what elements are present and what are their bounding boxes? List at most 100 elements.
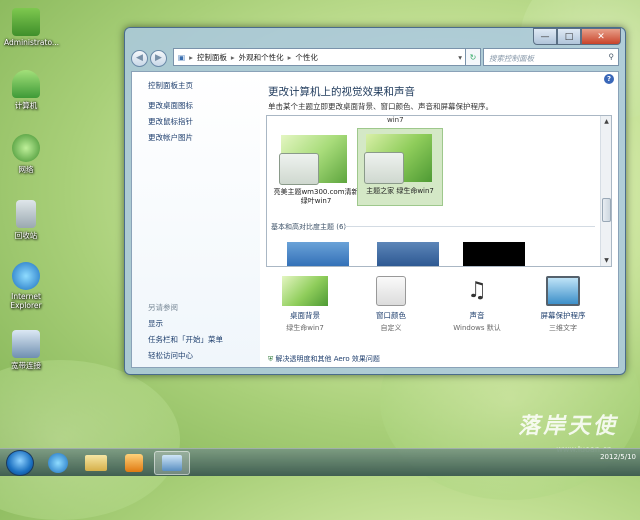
sidebar-link-ease-of-access[interactable]: 轻松访问中心 xyxy=(148,350,193,361)
desktop-icon-label: 计算机 xyxy=(14,101,38,110)
taskbar-ie-button[interactable] xyxy=(40,451,76,475)
scroll-down-arrow-icon[interactable]: ▼ xyxy=(602,257,611,264)
aero-troubleshoot-link[interactable]: ⛨ 解决透明度和其他 Aero 效果问题 xyxy=(268,354,380,364)
taskbar: 2012/5/10 xyxy=(0,448,640,476)
desktop-icon-label: 回收站 xyxy=(14,231,38,240)
basic-theme-group-header[interactable]: 基本和高对比度主题 (6) xyxy=(271,222,346,232)
desktop-icon-administrator[interactable]: Administrato... xyxy=(4,8,59,47)
scrollbar-thumb[interactable] xyxy=(602,198,611,222)
sounds-value: Windows 默认 xyxy=(453,324,501,332)
ie-icon xyxy=(48,453,68,473)
system-clock[interactable]: 2012/5/10 xyxy=(600,453,636,462)
breadcrumb-separator: ▸ xyxy=(230,52,235,62)
folder-icon xyxy=(85,455,107,471)
help-icon[interactable]: ? xyxy=(604,74,614,84)
search-icon[interactable]: ⚲ xyxy=(609,52,615,61)
basic-theme-item[interactable] xyxy=(377,242,439,266)
theme-list-scrollbar[interactable]: ▲ ▼ xyxy=(600,116,611,266)
sidebar-link-display[interactable]: 显示 xyxy=(148,318,163,329)
window-color-icon xyxy=(376,276,406,306)
search-input[interactable]: 搜索控制面板 ⚲ xyxy=(483,48,619,66)
theme-name: 主题之家 绿生命win7 xyxy=(366,187,434,195)
group-divider xyxy=(345,226,595,227)
navigation-bar: ◀ ▶ ▣ ▸ 控制面板 ▸ 外观和个性化 ▸ 个性化 ▾ ↻ 搜索控制面板 ⚲ xyxy=(131,47,619,69)
desktop-icon-label: Internet Explorer xyxy=(10,292,42,310)
taskbar-media-player-button[interactable] xyxy=(116,451,152,475)
desktop-icon-broadband[interactable]: 宽带连接 xyxy=(4,330,48,371)
desktop-icon-recycle-bin[interactable]: 回收站 xyxy=(4,200,48,241)
theme-item[interactable]: 亮美主题wm300.com清新绿叶win7 xyxy=(273,130,359,208)
watermark-logo: 落岸天使 xyxy=(516,413,623,439)
window-color-setting[interactable]: 窗口颜色 自定义 xyxy=(346,276,436,333)
control-panel-icon xyxy=(162,455,182,471)
sidebar-link-control-panel-home[interactable]: 控制面板主页 xyxy=(148,80,193,91)
window-content: 控制面板主页 更改桌面图标 更改鼠标指针 更改帐户图片 另请参阅 显示 任务栏和… xyxy=(131,71,619,368)
theme-group-label: win7 xyxy=(387,116,404,124)
breadcrumb-item[interactable]: 个性化 xyxy=(295,52,318,63)
theme-name: 亮美主题wm300.com清新绿叶win7 xyxy=(273,188,359,205)
screen-saver-label[interactable]: 屏幕保护程序 xyxy=(518,310,608,321)
media-player-icon xyxy=(125,454,143,472)
desktop-background-setting[interactable]: 桌面背景 绿生命win7 xyxy=(260,276,350,333)
ie-icon xyxy=(12,262,40,290)
window-preview xyxy=(364,152,404,184)
breadcrumb-item[interactable]: 控制面板 xyxy=(197,52,227,63)
desktop-icon-label: 网络 xyxy=(18,165,34,174)
back-button[interactable]: ◀ xyxy=(131,49,148,67)
breadcrumb-item[interactable]: 外观和个性化 xyxy=(239,52,284,63)
theme-preview xyxy=(364,134,432,184)
refresh-button[interactable]: ↻ xyxy=(465,48,481,66)
clock-date: 2012/5/10 xyxy=(600,453,636,461)
personalization-window: — □ ✕ ◀ ▶ ▣ ▸ 控制面板 ▸ 外观和个性化 ▸ 个性化 ▾ ↻ 搜索… xyxy=(124,27,626,375)
window-preview xyxy=(279,153,319,185)
window-color-value: 自定义 xyxy=(380,324,402,332)
minimize-button[interactable]: — xyxy=(533,28,557,45)
sounds-label[interactable]: 声音 xyxy=(432,310,522,321)
caption-buttons: — □ ✕ xyxy=(533,28,621,45)
breadcrumb-separator: ▸ xyxy=(287,52,292,62)
search-placeholder: 搜索控制面板 xyxy=(489,54,534,63)
close-button[interactable]: ✕ xyxy=(581,28,621,45)
window-color-label[interactable]: 窗口颜色 xyxy=(346,310,436,321)
screen-saver-icon xyxy=(546,276,580,306)
sidebar: 控制面板主页 更改桌面图标 更改鼠标指针 更改帐户图片 另请参阅 显示 任务栏和… xyxy=(132,72,260,367)
sidebar-link-taskbar[interactable]: 任务栏和「开始」菜单 xyxy=(148,334,223,345)
sidebar-link-account-picture[interactable]: 更改帐户图片 xyxy=(148,132,193,143)
basic-theme-item[interactable] xyxy=(463,242,525,266)
see-also-title: 另请参阅 xyxy=(148,303,178,312)
aero-link-label: 解决透明度和其他 Aero 效果问题 xyxy=(275,355,380,363)
desktop-icon-label: Administrato... xyxy=(4,38,60,47)
taskbar-control-panel-button[interactable] xyxy=(154,451,190,475)
network-icon xyxy=(12,134,40,162)
sidebar-link-mouse-pointer[interactable]: 更改鼠标指针 xyxy=(148,116,193,127)
start-button[interactable] xyxy=(6,450,34,476)
address-dropdown-icon[interactable]: ▾ xyxy=(458,53,462,62)
broadband-icon xyxy=(12,330,40,358)
sounds-setting[interactable]: ♫ 声音 Windows 默认 xyxy=(432,276,522,333)
address-bar[interactable]: ▣ ▸ 控制面板 ▸ 外观和个性化 ▸ 个性化 ▾ xyxy=(173,48,467,66)
scroll-up-arrow-icon[interactable]: ▲ xyxy=(602,118,611,125)
theme-item-selected[interactable]: 主题之家 绿生命win7 xyxy=(357,128,443,206)
sidebar-link-desktop-icons[interactable]: 更改桌面图标 xyxy=(148,100,193,111)
theme-list[interactable]: win7 亮美主题wm300.com清新绿叶win7 主题之家 绿生命win7 … xyxy=(266,115,612,267)
screen-saver-value: 三维文字 xyxy=(549,324,577,332)
maximize-button[interactable]: □ xyxy=(557,28,581,45)
shield-icon: ⛨ xyxy=(268,355,274,363)
taskbar-explorer-button[interactable] xyxy=(78,451,114,475)
basic-theme-item[interactable] xyxy=(287,242,349,266)
forward-button[interactable]: ▶ xyxy=(150,49,167,67)
page-title: 更改计算机上的视觉效果和声音 xyxy=(268,86,415,98)
desktop-icon-ie[interactable]: Internet Explorer xyxy=(4,262,48,310)
desktop-background-label[interactable]: 桌面背景 xyxy=(260,310,350,321)
desktop-background-icon xyxy=(282,276,328,306)
screen-saver-setting[interactable]: 屏幕保护程序 三维文字 xyxy=(518,276,608,333)
wallpaper-leaf xyxy=(0,360,180,520)
desktop-icon-computer[interactable]: 计算机 xyxy=(4,70,48,111)
page-subtitle: 单击某个主题立即更改桌面背景、窗口颜色、声音和屏幕保护程序。 xyxy=(268,102,493,111)
main-panel: ? 更改计算机上的视觉效果和声音 单击某个主题立即更改桌面背景、窗口颜色、声音和… xyxy=(260,72,618,367)
control-panel-icon: ▣ xyxy=(178,52,186,62)
computer-icon xyxy=(12,70,40,98)
folder-icon xyxy=(12,8,40,36)
desktop-icon-network[interactable]: 网络 xyxy=(4,134,48,175)
desktop-background-value: 绿生命win7 xyxy=(286,324,324,332)
